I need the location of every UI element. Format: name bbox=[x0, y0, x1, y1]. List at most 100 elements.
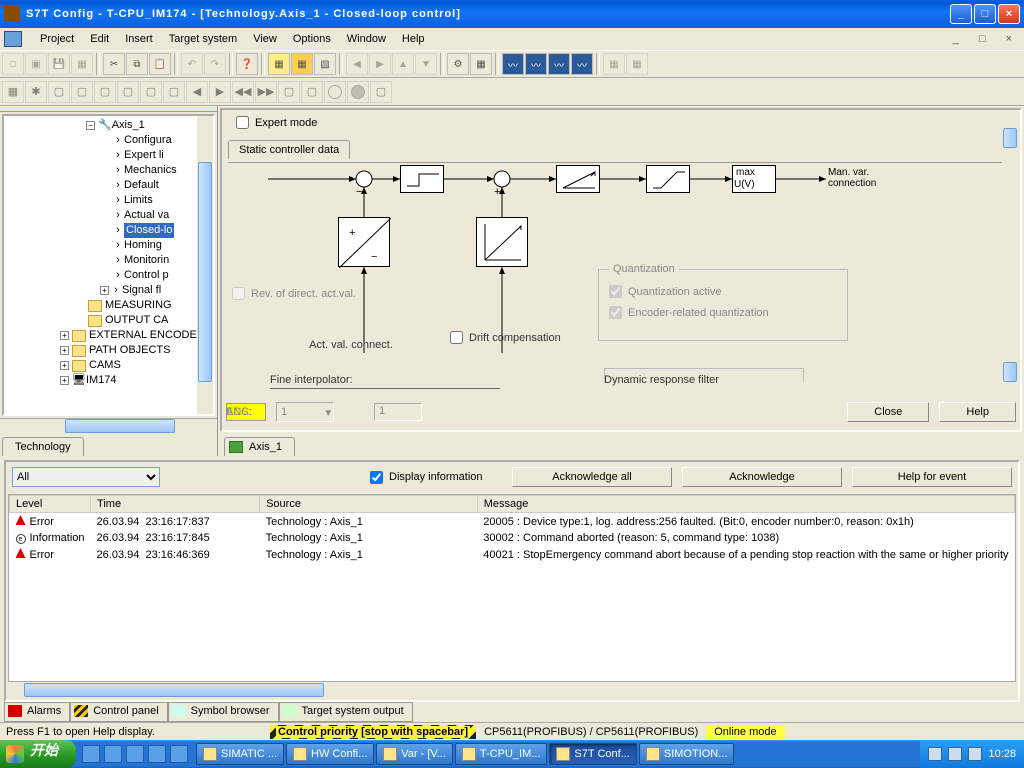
close-button[interactable]: × bbox=[998, 4, 1020, 24]
editor-vscroll[interactable] bbox=[1002, 114, 1018, 396]
tool-mark-icon[interactable]: ▦ bbox=[291, 53, 313, 75]
help-button-editor[interactable]: Help bbox=[939, 402, 1016, 422]
menu-edit[interactable]: Edit bbox=[82, 31, 117, 47]
msg-hscroll[interactable] bbox=[8, 682, 1016, 698]
menu-help[interactable]: Help bbox=[394, 31, 433, 47]
msg-row[interactable]: Error26.03.94 23:16:17:837Technology : A… bbox=[10, 513, 1015, 531]
editor-tab-axis[interactable]: Axis_1 bbox=[224, 437, 295, 456]
ctrl-btn-12[interactable]: ▶▶ bbox=[255, 81, 277, 103]
tree-item[interactable]: Mechanics bbox=[124, 163, 177, 178]
task-button[interactable]: T-CPU_IM... bbox=[455, 743, 548, 765]
tool-undo-icon[interactable]: ↶ bbox=[181, 53, 203, 75]
tool-scope1-icon[interactable]: 〰 bbox=[502, 53, 524, 75]
tool-scope2-icon[interactable]: 〰 bbox=[525, 53, 547, 75]
tab-alarms[interactable]: Alarms bbox=[4, 702, 70, 722]
task-button[interactable]: HW Confi... bbox=[286, 743, 374, 765]
ctrl-btn-13[interactable]: ▢ bbox=[278, 81, 300, 103]
ctrl-btn-5[interactable]: ▢ bbox=[94, 81, 116, 103]
quicklaunch-icon[interactable] bbox=[126, 745, 144, 763]
mdi-restore-button[interactable]: □ bbox=[971, 31, 994, 47]
ctrl-btn-3[interactable]: ▢ bbox=[48, 81, 70, 103]
mdi-minimize-button[interactable]: _ bbox=[945, 31, 967, 47]
msg-filter-select[interactable]: All bbox=[12, 467, 160, 487]
tree-item[interactable]: Control p bbox=[124, 268, 169, 283]
tree-folder[interactable]: MEASURING bbox=[105, 298, 172, 313]
tray-clock[interactable]: 10:28 bbox=[988, 748, 1016, 760]
tree-item[interactable]: Limits bbox=[124, 193, 153, 208]
ctrl-btn-2[interactable]: ✱ bbox=[25, 81, 47, 103]
tool-module-icon[interactable]: ▧ bbox=[314, 53, 336, 75]
menu-target[interactable]: Target system bbox=[161, 31, 245, 47]
tool-right-icon[interactable]: ▶ bbox=[369, 53, 391, 75]
tool-target-icon[interactable]: ⚙ bbox=[447, 53, 469, 75]
tool-save-icon[interactable]: 💾 bbox=[48, 53, 70, 75]
tool-up-icon[interactable]: ▲ bbox=[392, 53, 414, 75]
display-info-checkbox[interactable]: Display information bbox=[370, 471, 483, 484]
tree-vscroll[interactable] bbox=[197, 116, 213, 414]
ack-all-button[interactable]: Acknowledge all bbox=[512, 467, 672, 487]
tool-colors-icon[interactable]: ▦ bbox=[470, 53, 492, 75]
tool-redo-icon[interactable]: ↷ bbox=[204, 53, 226, 75]
task-button-active[interactable]: S7T Conf... bbox=[549, 743, 636, 765]
tree-item-selected[interactable]: Closed-lo bbox=[124, 223, 174, 238]
block-actval-invert[interactable]: +− bbox=[338, 217, 390, 267]
block-drift[interactable] bbox=[476, 217, 528, 267]
task-button[interactable]: SIMOTION... bbox=[639, 743, 735, 765]
menu-window[interactable]: Window bbox=[339, 31, 394, 47]
drift-comp-checkbox[interactable]: Drift compensation bbox=[450, 331, 561, 344]
tree-tab-technology[interactable]: Technology bbox=[2, 437, 84, 456]
tool-new-icon[interactable]: □ bbox=[2, 53, 24, 75]
tab-symbol-browser[interactable]: Symbol browser bbox=[168, 702, 279, 722]
tool-copy-icon[interactable]: ⧉ bbox=[126, 53, 148, 75]
tree-folder[interactable]: Signal fl bbox=[122, 283, 161, 298]
tool-grid-icon[interactable]: ▦ bbox=[603, 53, 625, 75]
ctrl-btn-9[interactable]: ◀ bbox=[186, 81, 208, 103]
msg-row[interactable]: eInformation26.03.94 23:16:17:845Technol… bbox=[10, 530, 1015, 546]
msg-row[interactable]: Error26.03.94 23:16:46:369Technology : A… bbox=[10, 546, 1015, 563]
start-button[interactable]: 开始 bbox=[0, 740, 76, 768]
tray-icon[interactable] bbox=[928, 747, 942, 761]
tray-icon[interactable] bbox=[948, 747, 962, 761]
tree-item[interactable]: Actual va bbox=[124, 208, 169, 223]
tree-item[interactable]: Monitorin bbox=[124, 253, 169, 268]
ctrl-btn-17[interactable]: ▢ bbox=[370, 81, 392, 103]
ctrl-btn-1[interactable]: ▦ bbox=[2, 81, 24, 103]
ack-button[interactable]: Acknowledge bbox=[682, 467, 842, 487]
ctrl-btn-10[interactable]: ▶ bbox=[209, 81, 231, 103]
tool-grid2-icon[interactable]: ▦ bbox=[626, 53, 648, 75]
quicklaunch-icon[interactable] bbox=[170, 745, 188, 763]
tab-static-controller[interactable]: Static controller data bbox=[228, 140, 350, 159]
tray-icon[interactable] bbox=[968, 747, 982, 761]
tab-control-panel[interactable]: Control panel bbox=[70, 702, 167, 722]
quicklaunch-icon[interactable] bbox=[148, 745, 166, 763]
menu-insert[interactable]: Insert bbox=[117, 31, 161, 47]
tree-ext[interactable]: CAMS bbox=[89, 358, 121, 373]
quicklaunch-icon[interactable] bbox=[82, 745, 100, 763]
tool-scope4-icon[interactable]: 〰 bbox=[571, 53, 593, 75]
tab-target-output[interactable]: Target system output bbox=[279, 702, 413, 722]
expert-mode-checkbox[interactable]: Expert mode bbox=[236, 116, 317, 129]
tree-view[interactable]: −🔧Axis_1 ›Configura ›Expert li ›Mechanic… bbox=[2, 114, 215, 416]
menu-options[interactable]: Options bbox=[285, 31, 339, 47]
tool-saveall-icon[interactable]: ▦ bbox=[71, 53, 93, 75]
tree-ext[interactable]: EXTERNAL ENCODER bbox=[89, 328, 205, 343]
ctrl-btn-7[interactable]: ▢ bbox=[140, 81, 162, 103]
tool-down-icon[interactable]: ▼ bbox=[415, 53, 437, 75]
tree-ext[interactable]: IM174 bbox=[86, 373, 117, 388]
tool-highlight-icon[interactable]: ▦ bbox=[268, 53, 290, 75]
tree-item[interactable]: Default bbox=[124, 178, 159, 193]
tree-item[interactable]: Configura bbox=[124, 133, 172, 148]
tool-cut-icon[interactable]: ✂ bbox=[103, 53, 125, 75]
system-tray[interactable]: 10:28 bbox=[920, 740, 1024, 768]
ctrl-btn-11[interactable]: ◀◀ bbox=[232, 81, 254, 103]
close-button-editor[interactable]: Close bbox=[847, 402, 929, 422]
tree-item[interactable]: Homing bbox=[124, 238, 162, 253]
ctrl-btn-16[interactable] bbox=[347, 81, 369, 103]
task-button[interactable]: Var - [V... bbox=[376, 743, 453, 765]
ctrl-btn-6[interactable]: ▢ bbox=[117, 81, 139, 103]
tool-help-icon[interactable]: ❓ bbox=[236, 53, 258, 75]
maximize-button[interactable]: □ bbox=[974, 4, 996, 24]
task-button[interactable]: SIMATIC ... bbox=[196, 743, 284, 765]
ctrl-btn-4[interactable]: ▢ bbox=[71, 81, 93, 103]
tool-left-icon[interactable]: ◀ bbox=[346, 53, 368, 75]
